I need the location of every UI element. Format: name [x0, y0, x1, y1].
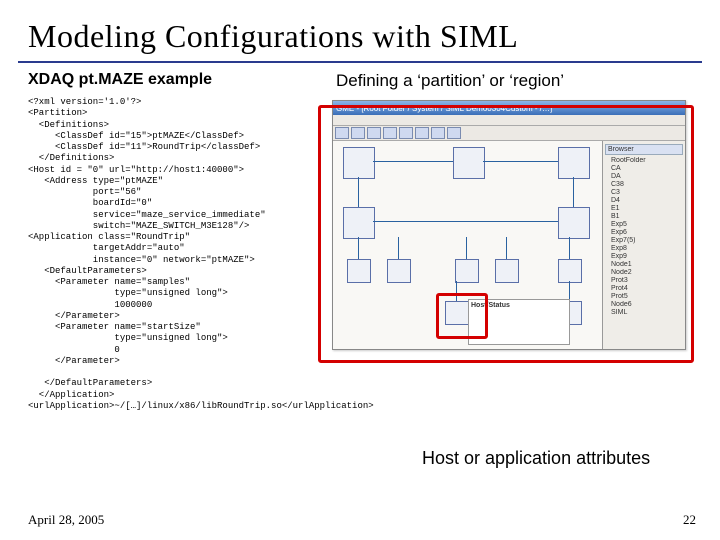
- callout-partition: Defining a ‘partition’ or ‘region’: [318, 71, 564, 91]
- highlight-partition: [318, 105, 694, 363]
- footer-date: April 28, 2005: [28, 512, 104, 528]
- highlight-host-attrs: [436, 293, 488, 339]
- example-subtitle: XDAQ pt.MAZE example: [0, 71, 318, 95]
- footer-page-number: 22: [683, 512, 696, 528]
- title-rule: [18, 61, 702, 63]
- callout-host-attrs: Host or application attributes: [422, 448, 650, 469]
- slide-title: Modeling Configurations with SIML: [0, 0, 720, 61]
